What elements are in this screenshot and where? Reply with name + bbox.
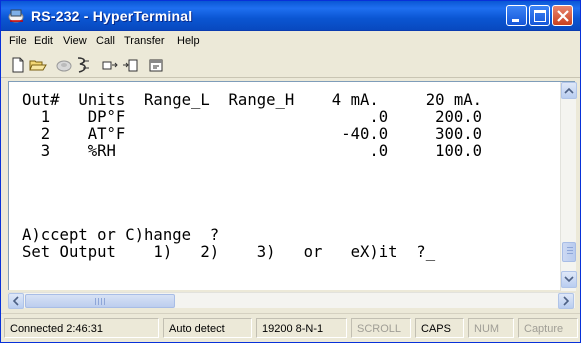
terminal-screen[interactable]: Out# Units Range_L Range_H 4 mA. 20 mA. … (9, 82, 559, 289)
hyperterminal-icon (8, 9, 24, 23)
terminal-frame: Out# Units Range_L Range_H 4 mA. 20 mA. … (8, 81, 577, 291)
open-icon[interactable] (29, 56, 47, 74)
vertical-scroll-thumb[interactable] (562, 242, 576, 262)
chevron-up-icon (564, 87, 574, 94)
status-caps: CAPS (415, 318, 464, 338)
maximize-icon (534, 10, 546, 22)
scroll-right-button[interactable] (558, 293, 574, 309)
status-detect: Auto detect (163, 318, 252, 338)
minimize-button[interactable] (506, 5, 527, 26)
new-icon[interactable] (9, 56, 27, 74)
disconnect-icon[interactable] (55, 56, 73, 74)
horizontal-scroll-thumb[interactable] (25, 294, 175, 308)
chevron-right-icon (563, 296, 570, 306)
toolbar (1, 52, 580, 78)
menu-call[interactable]: Call (96, 35, 115, 47)
scroll-down-button[interactable] (561, 271, 577, 288)
status-scroll: SCROLL (351, 318, 411, 338)
hyperterminal-window: RS-232 - HyperTerminal File Edit View Ca… (0, 0, 581, 343)
terminal-line: Out# Units Range_L Range_H 4 mA. 20 mA. (22, 91, 483, 109)
send-icon[interactable] (101, 56, 119, 74)
terminal-line: A)ccept or C)hange ? (22, 226, 220, 244)
horizontal-scrollbar[interactable] (8, 292, 575, 309)
menu-file[interactable]: File (9, 35, 27, 47)
terminal-line: 1 DP°F .0 200.0 (22, 108, 483, 126)
chevron-down-icon (564, 276, 574, 283)
menu-transfer[interactable]: Transfer (124, 35, 165, 47)
terminal-line: 3 %RH .0 100.0 (22, 142, 483, 160)
status-port-settings: 19200 8-N-1 (256, 318, 347, 338)
window-title: RS-232 - HyperTerminal (31, 8, 193, 24)
terminal-line: Set Output 1) 2) 3) or eX)it ?_ (22, 243, 436, 261)
status-num: NUM (468, 318, 514, 338)
close-button[interactable] (552, 5, 573, 26)
terminal-line: 2 AT°F -40.0 300.0 (22, 125, 483, 143)
menu-edit[interactable]: Edit (34, 35, 53, 47)
menu-help[interactable]: Help (177, 35, 200, 47)
receive-icon[interactable] (121, 56, 139, 74)
menu-bar: File Edit View Call Transfer Help (1, 32, 580, 52)
chevron-left-icon (12, 296, 19, 306)
connect-icon[interactable] (75, 56, 93, 74)
vertical-scrollbar[interactable] (560, 82, 577, 291)
title-bar[interactable]: RS-232 - HyperTerminal (1, 1, 580, 31)
minimize-icon (512, 19, 519, 22)
status-bar: Connected 2:46:31 Auto detect 19200 8-N-… (1, 313, 580, 342)
status-connected: Connected 2:46:31 (4, 318, 159, 338)
properties-icon[interactable] (147, 56, 165, 74)
scroll-up-button[interactable] (561, 82, 577, 99)
maximize-button[interactable] (529, 5, 550, 26)
menu-view[interactable]: View (63, 35, 87, 47)
close-icon (557, 10, 569, 22)
status-capture: Capture (518, 318, 578, 338)
scroll-left-button[interactable] (8, 293, 24, 309)
